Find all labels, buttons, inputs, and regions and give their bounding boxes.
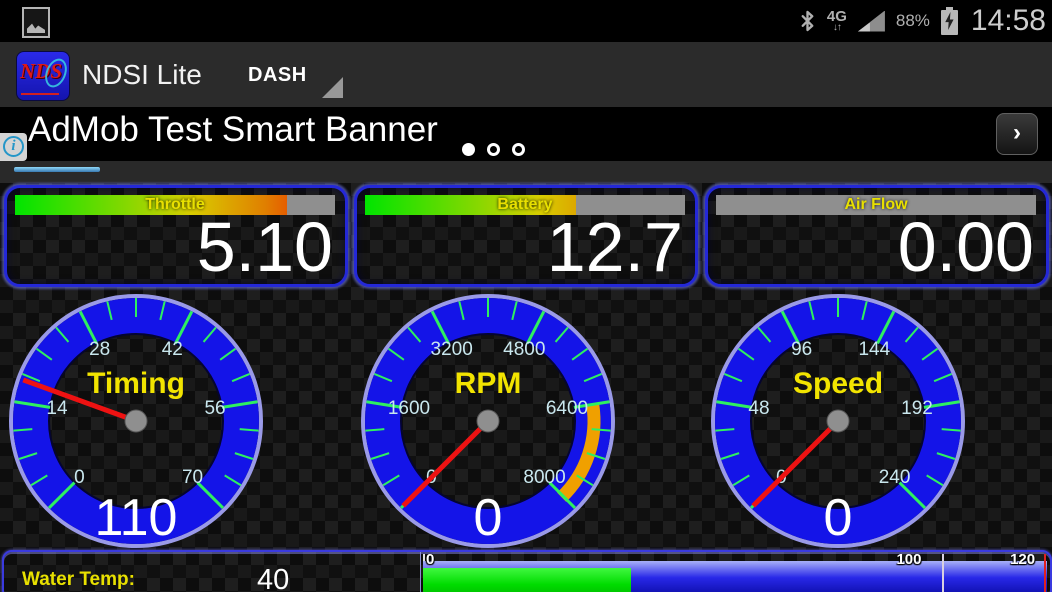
bluetooth-icon <box>799 8 816 34</box>
gauge-hub <box>827 410 849 432</box>
panel-value: 12.7 <box>547 212 683 282</box>
ad-page-dots <box>462 143 525 156</box>
gauge-scale-label: 42 <box>162 339 183 360</box>
clock: 14:58 <box>971 4 1046 38</box>
gauge-scale-label: 3200 <box>431 339 473 360</box>
gauge-scale-label: 48 <box>748 398 769 419</box>
gauge-dial: 0 14 28 42 56 70 Timing 110 <box>5 290 267 552</box>
gauge-scale-label: 1600 <box>388 398 430 419</box>
screen: 4G ↓↑ 88% 14:58 NDS NDSI Lite DASH AdMob… <box>0 0 1052 592</box>
ad-banner-text: AdMob Test Smart Banner <box>28 110 438 150</box>
gauge-timing[interactable]: 0 14 28 42 56 70 Timing 110 <box>5 290 267 552</box>
gauge-scale-label: 28 <box>89 339 110 360</box>
spinner-label: DASH <box>248 64 307 87</box>
gauge-scale-label: 0 <box>74 467 85 488</box>
chevron-right-icon: › <box>1013 119 1021 146</box>
bar-scale-label: 0 <box>426 552 434 568</box>
gauge-speed[interactable]: 04896144192240Speed0 <box>707 290 969 552</box>
gauge-scale-label: 96 <box>791 339 812 360</box>
bar-marker-100 <box>942 554 944 592</box>
network-4g-icon: 4G ↓↑ <box>827 9 847 33</box>
battery-percent: 88% <box>896 11 930 31</box>
screenshot-notification-icon <box>22 7 50 38</box>
ad-page-dot <box>512 143 525 156</box>
logo-url-line <box>21 93 59 95</box>
battery-charging-icon <box>941 7 958 35</box>
progress-indicator <box>14 167 100 172</box>
ad-info-button[interactable]: i <box>0 133 27 161</box>
panel-value: 0.00 <box>898 212 1034 282</box>
water-temp-value: 40 <box>257 564 289 592</box>
gauge-scale-label: 192 <box>901 398 933 419</box>
gauge-hub <box>477 410 499 432</box>
panel-air-flow[interactable]: Air Flow0.00 <box>705 185 1049 287</box>
gauge-hub <box>125 410 147 432</box>
gauge-scale-label: 56 <box>204 398 225 419</box>
panel-battery[interactable]: Battery12.7 <box>354 185 698 287</box>
gauge-dial: 016003200480064008000RPM0 <box>357 290 619 552</box>
bar-scale-label: 120 <box>1010 552 1035 568</box>
ad-next-button[interactable]: › <box>996 113 1038 155</box>
bar-scale-label: 100 <box>896 552 921 568</box>
ad-page-dot <box>487 143 500 156</box>
water-temp-bar-gauge: 0 100 120 <box>420 552 1049 592</box>
panel-value: 5.10 <box>197 212 333 282</box>
signal-strength-icon <box>858 11 885 32</box>
gauge-dial: 04896144192240Speed0 <box>707 290 969 552</box>
gauge-name: Speed <box>793 367 883 400</box>
ad-banner[interactable]: AdMob Test Smart Banner i › <box>0 107 1052 161</box>
gauge-value: 0 <box>824 489 853 547</box>
status-bar: 4G ↓↑ 88% 14:58 <box>0 0 1052 42</box>
spinner-caret-icon <box>322 77 343 98</box>
dashboard: Throttle5.10Battery12.7Air Flow0.00 0 14 2… <box>0 161 1052 592</box>
gauge-scale-label: 4800 <box>503 339 545 360</box>
water-temp-bar-fill <box>423 568 631 592</box>
panel-throttle[interactable]: Throttle5.10 <box>4 185 348 287</box>
ad-page-dot <box>462 143 475 156</box>
gauge-name: Timing <box>87 367 185 400</box>
gauge-scale-label: 70 <box>182 467 203 488</box>
gauge-scale-label: 240 <box>879 467 911 488</box>
gauge-value: 0 <box>474 489 503 547</box>
water-temp-label: Water Temp: <box>22 569 135 591</box>
gauge-scale-label: 8000 <box>523 467 565 488</box>
info-icon: i <box>3 136 24 157</box>
gauge-scale-label: 6400 <box>546 398 588 419</box>
app-title: NDSI Lite <box>82 59 202 91</box>
app-bar: NDS NDSI Lite DASH <box>0 42 1052 107</box>
view-spinner-dash[interactable]: DASH <box>246 42 356 107</box>
gauge-scale-label: 144 <box>858 339 890 360</box>
bar-marker-120 <box>1044 554 1046 592</box>
gauge-rpm[interactable]: 016003200480064008000RPM0 <box>357 290 619 552</box>
gauge-name: RPM <box>455 367 522 400</box>
app-logo: NDS <box>16 51 70 101</box>
water-temp-panel[interactable]: Water Temp: 40 0 100 120 <box>2 550 1052 592</box>
gauge-scale-label: 14 <box>46 398 68 419</box>
water-temp-bar <box>423 561 1047 592</box>
gauge-value: 110 <box>95 489 178 547</box>
